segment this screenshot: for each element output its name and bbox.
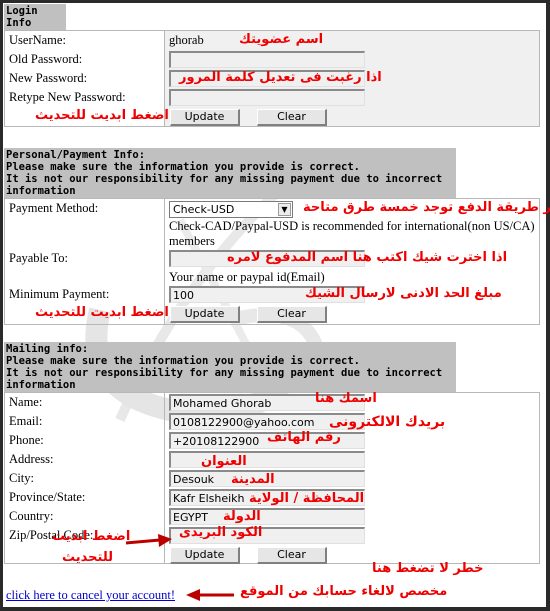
payment-header-line2: It is not our responsibility for any mis… xyxy=(6,173,443,197)
cancel-warning-line1: خطر لا تضغط هنا xyxy=(372,561,484,576)
username-value: ghorab xyxy=(169,33,204,47)
email-label: Email: xyxy=(9,414,43,428)
mailing-update-annotation-line2: للتحديث xyxy=(62,550,114,565)
payment-clear-button[interactable]: Clear xyxy=(257,306,327,323)
login-update-annotation: اضغط ابديت للتحديث xyxy=(35,108,169,123)
name-label: Name: xyxy=(9,395,43,409)
payment-update-button[interactable]: Update xyxy=(170,306,240,323)
retype-password-input[interactable] xyxy=(169,89,365,106)
zip-annotation: الكود البريدى xyxy=(179,525,263,540)
city-annotation: المدينة xyxy=(231,472,275,487)
phone-label: Phone: xyxy=(9,433,44,447)
address-label: Address: xyxy=(9,452,54,466)
mailing-update-button[interactable]: Update xyxy=(170,547,240,564)
phone-annotation: رقم الهاتف xyxy=(267,430,341,445)
login-header: Login Info xyxy=(4,4,66,30)
cancel-account-link[interactable]: click here to cancel your account! xyxy=(6,588,175,603)
login-section: Login Info UserName: ghorab اسم عضويتك O… xyxy=(4,4,540,127)
email-annotation: بريدك الالكترونى xyxy=(329,414,446,430)
login-box: UserName: ghorab اسم عضويتك Old Password… xyxy=(4,30,540,127)
payment-section: Personal/Payment Info: Please make sure … xyxy=(4,148,550,325)
minimum-payment-annotation: مبلغ الحد الادنى لارسال الشيك xyxy=(305,286,502,301)
mailing-clear-button[interactable]: Clear xyxy=(257,547,327,564)
new-password-annotation: اذا رغبت فى تعديل كلمة المرور xyxy=(179,70,382,85)
address-annotation: العنوان xyxy=(201,454,247,469)
minimum-payment-label: Minimum Payment: xyxy=(9,287,110,301)
username-annotation: اسم عضويتك xyxy=(239,32,324,47)
arrow-right-icon xyxy=(126,534,172,547)
payable-to-note: Your name or paypal id(Email) xyxy=(169,270,325,284)
cancel-warning-line2: مخصص لالغاء حسابك من الموقع xyxy=(240,584,448,599)
new-password-label: New Password: xyxy=(9,71,88,85)
old-password-label: Old Password: xyxy=(9,52,83,66)
retype-password-label: Retype New Password: xyxy=(9,90,126,104)
name-annotation: اسمك هنا xyxy=(315,391,377,406)
city-label: City: xyxy=(9,471,35,485)
payment-header-title: Personal/Payment Info: xyxy=(6,149,146,161)
payment-header: Personal/Payment Info: Please make sure … xyxy=(4,148,456,198)
login-clear-button[interactable]: Clear xyxy=(257,109,327,126)
chevron-down-icon[interactable]: ▼ xyxy=(278,203,291,216)
payable-to-annotation: اذا اخترت شيك اكتب هنا اسم المدفوع لامره xyxy=(227,250,508,265)
payment-method-annotation: اختر طريقة الدفع توجد خمسة طرق متاحة xyxy=(303,200,550,215)
country-annotation: الدولة xyxy=(223,509,261,524)
mailing-header-line1: Please make sure the information you pro… xyxy=(6,355,361,367)
arrow-left-icon xyxy=(186,589,234,601)
mailing-header-title: Mailing info: xyxy=(6,343,89,355)
payment-method-note: Check-CAD/Paypal-USD is recommended for … xyxy=(169,219,535,248)
username-label: UserName: xyxy=(9,33,66,47)
province-annotation: المحافظة / الولاية xyxy=(249,491,365,506)
payment-method-select[interactable]: Check-USD ▼ xyxy=(169,201,293,218)
country-label: Country: xyxy=(9,509,54,523)
payment-method-value: Check-USD xyxy=(173,203,235,216)
payment-box: Payment Method: Check-USD ▼ اختر طريقة ا… xyxy=(4,198,550,325)
country-input[interactable]: EGYPT xyxy=(169,508,365,525)
mailing-header-line2: It is not our responsibility for any mis… xyxy=(6,367,443,391)
province-label: Province/State: xyxy=(9,490,86,504)
payable-to-label: Payable To: xyxy=(9,251,68,265)
mailing-header: Mailing info: Please make sure the infor… xyxy=(4,342,456,392)
login-update-button[interactable]: Update xyxy=(170,109,240,126)
old-password-input[interactable] xyxy=(169,51,365,68)
payment-header-line1: Please make sure the information you pro… xyxy=(6,161,361,173)
mailing-update-annotation-line1: اضغط ابديت xyxy=(52,529,131,544)
login-header-title: Login Info xyxy=(6,5,38,29)
payment-method-label: Payment Method: xyxy=(9,201,99,215)
address-input[interactable] xyxy=(169,451,365,468)
payment-update-annotation: اضغط ابديت للتحديث xyxy=(35,305,169,320)
